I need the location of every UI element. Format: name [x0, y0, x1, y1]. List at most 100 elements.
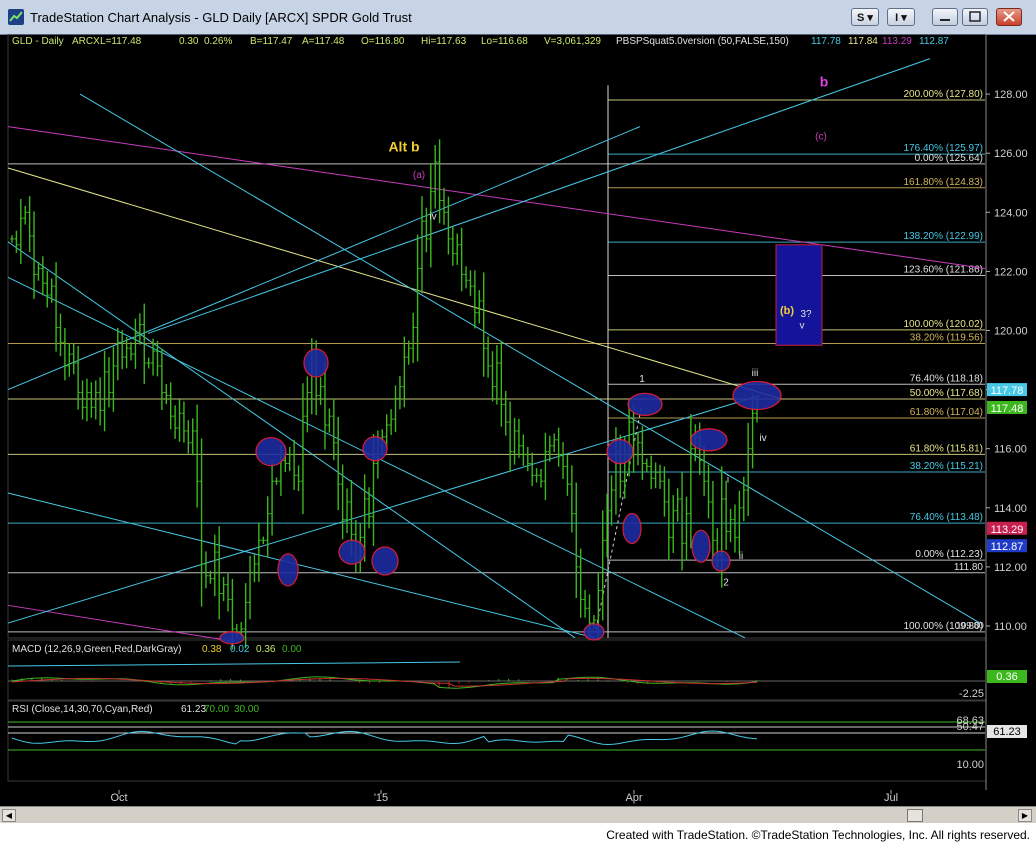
fib-level-label: 0.00% (125.64)	[915, 153, 983, 164]
header-field: V=3,061,329	[544, 36, 601, 47]
fib-level-label: 100.00% (120.02)	[903, 319, 983, 330]
y-tick-label: 128.00	[994, 89, 1028, 101]
y-tick-label: 122.00	[994, 266, 1028, 278]
annotation-iv: iv	[759, 433, 766, 444]
wave-ellipse	[711, 550, 731, 572]
x-axis-label: Apr	[625, 792, 642, 804]
header-field: L=117.48	[100, 36, 142, 47]
header-field: 113.29	[882, 36, 912, 47]
fib-level-label: 61.80% (115.81)	[910, 443, 983, 454]
annotation-b: b	[820, 73, 829, 89]
annotation-2: 2	[723, 578, 729, 589]
fib-level-label: 38.20% (115.21)	[910, 461, 983, 472]
scroll-left-arrow-icon[interactable]: ◀	[2, 809, 16, 822]
cyan-fan-line	[7, 126, 641, 391]
header-field: 117.84	[848, 36, 878, 47]
wave-ellipse	[690, 428, 728, 452]
macd-title: MACD (12,26,9,Green,Red,DarkGray)	[12, 644, 182, 655]
window-title: TradeStation Chart Analysis - GLD Daily …	[30, 10, 412, 25]
scroll-right-arrow-icon[interactable]: ▶	[1018, 809, 1032, 822]
fib-level-label: 61.80% (117.04)	[910, 407, 983, 418]
horizontal-scrollbar[interactable]: ◀ ▶	[0, 806, 1036, 824]
header-field: PBSPSquat5.0version (50,FALSE,150)	[616, 36, 789, 47]
wave-ellipse	[303, 348, 329, 378]
magenta-lower-line	[7, 604, 231, 642]
price-chart[interactable]: 110.00112.00114.00116.00118.00120.00122.…	[0, 34, 1036, 817]
wave-ellipse	[622, 512, 642, 545]
annotation-ii: ii	[739, 551, 743, 562]
rsi-title: RSI (Close,14,30,70,Cyan,Red)	[12, 704, 153, 715]
magenta-channel-line	[7, 126, 986, 269]
wave-ellipse	[606, 439, 634, 465]
close-button[interactable]	[996, 8, 1022, 26]
wave-ellipse	[255, 437, 287, 467]
macd-trend-line	[7, 661, 461, 667]
yellow-trend-line	[7, 167, 781, 399]
price-tag-label: 117.48	[991, 403, 1024, 415]
fib-level-label: 111.80	[954, 562, 984, 573]
fib-level-label: 138.20% (122.99)	[903, 231, 983, 242]
copyright-text: Created with TradeStation. ©TradeStation…	[606, 828, 1030, 842]
fib-level-label: 0.00% (112.23)	[915, 549, 983, 560]
header-field: 0.30	[179, 36, 199, 47]
price-tag-label: 113.29	[991, 524, 1024, 536]
wave-ellipse	[371, 546, 399, 576]
fib-level-label: 161.80% (124.83)	[903, 177, 983, 188]
rsi-axis-label-low: 10.00	[956, 759, 984, 771]
y-tick-label: 124.00	[994, 207, 1028, 219]
rsi-tag-label: 61.23	[993, 726, 1021, 738]
header-field: GLD - Daily	[12, 36, 64, 47]
maximize-button[interactable]	[962, 8, 988, 26]
fib-level-label: 76.40% (118.18)	[910, 373, 983, 384]
wave-ellipse	[732, 380, 782, 411]
macd-line	[11, 676, 758, 689]
rsi-axis-label-mid: 50.47	[956, 721, 984, 733]
rsi-value: 70.00	[204, 704, 229, 715]
annotation-b-paren: (b)	[780, 305, 794, 317]
y-tick-label: 120.00	[994, 326, 1028, 338]
annotation-i: i	[727, 474, 729, 485]
price-panel-frame	[7, 34, 987, 639]
close-icon	[1003, 11, 1015, 22]
footer-bar: Created with TradeStation. ©TradeStation…	[0, 823, 1036, 845]
rsi-panel-frame	[7, 700, 987, 782]
annotation-109-80: 109.80	[956, 621, 984, 631]
s-menu-button[interactable]: S ▾	[851, 8, 879, 26]
macd-axis-label: -2.25	[959, 688, 984, 700]
tradestation-app-icon	[8, 9, 24, 25]
wave-ellipse	[691, 529, 711, 563]
i-menu-button[interactable]: I ▾	[887, 8, 915, 26]
macd-tag-label: 0.36	[996, 671, 1017, 683]
minimize-icon	[940, 19, 950, 21]
wave-ellipse	[338, 539, 366, 565]
macd-value: 0.36	[256, 644, 276, 655]
title-bar: TradeStation Chart Analysis - GLD Daily …	[0, 0, 1036, 35]
x-axis-label: '15	[374, 792, 388, 804]
macd-value: 0.00	[282, 644, 302, 655]
header-field: 0.26%	[204, 36, 232, 47]
header-field: Lo=116.68	[481, 36, 528, 47]
annotation-3q: 3?	[800, 309, 812, 320]
y-tick-label: 114.00	[994, 503, 1027, 515]
annotation-c: (c)	[815, 131, 827, 142]
wave-ellipse	[627, 392, 663, 417]
annotation-1: 1	[639, 374, 645, 385]
fib-level-label: 200.00% (127.80)	[903, 89, 983, 100]
rsi-value: 30.00	[234, 704, 259, 715]
x-axis-label: Oct	[110, 792, 127, 804]
minimize-button[interactable]	[932, 8, 958, 26]
header-field: ARCX	[72, 36, 100, 47]
wave-ellipse	[362, 436, 388, 462]
macd-signal-line	[11, 677, 758, 687]
fib-level-label: 38.20% (119.56)	[910, 333, 983, 344]
wave-ellipse	[277, 553, 299, 587]
header-field: 117.78	[811, 36, 841, 47]
header-field: A=117.48	[302, 36, 345, 47]
annotation-alt-b: Alt b	[388, 138, 419, 154]
i-button-label: I	[895, 12, 899, 24]
annotation-iii: iii	[752, 368, 759, 379]
y-tick-label: 116.00	[994, 444, 1027, 456]
header-field: O=116.80	[361, 36, 405, 47]
annotation-a: (a)	[413, 170, 425, 181]
scroll-thumb[interactable]	[907, 809, 923, 822]
